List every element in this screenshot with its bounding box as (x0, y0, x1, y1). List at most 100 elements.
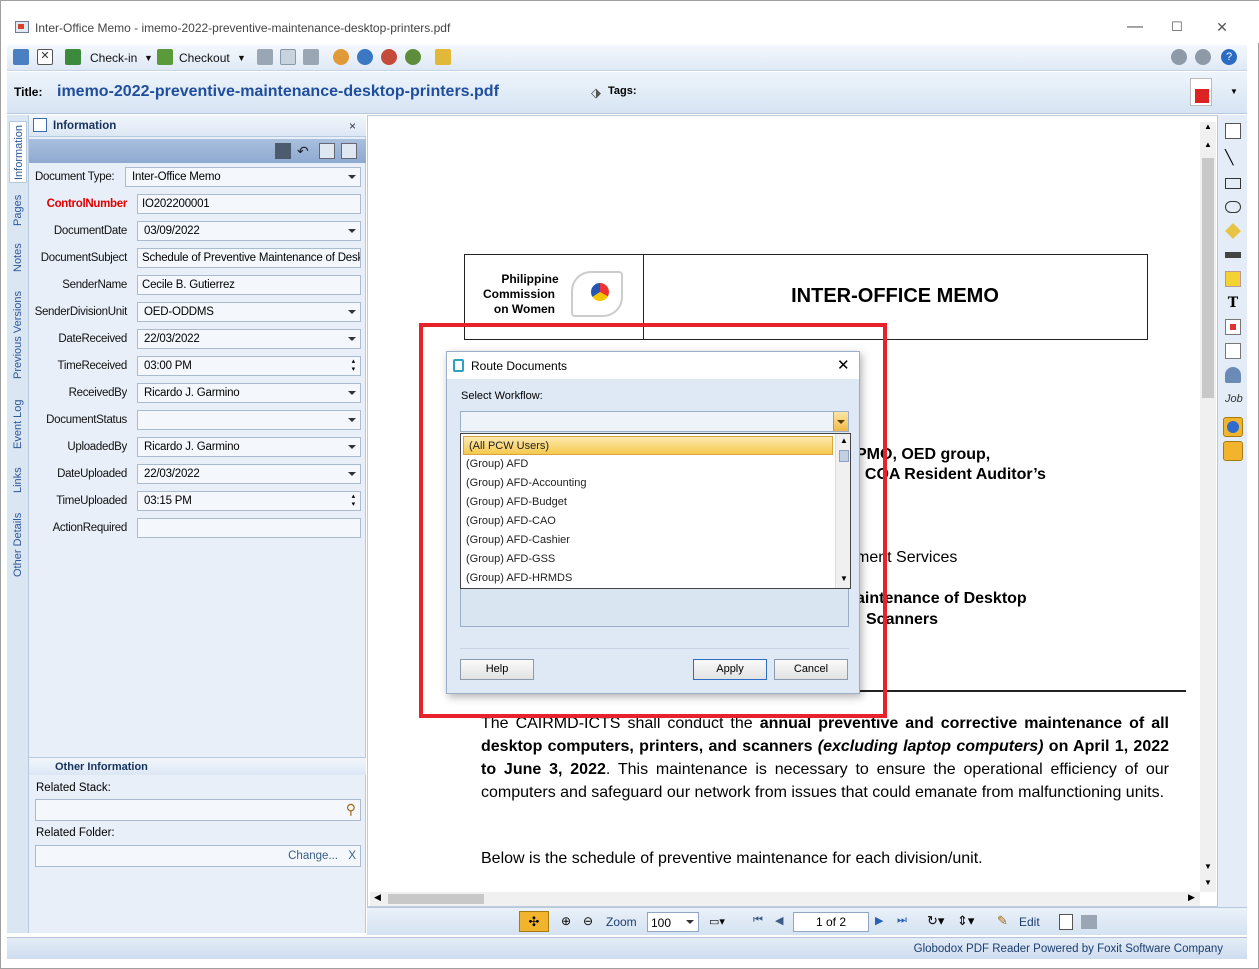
cancel-button[interactable]: Cancel (774, 659, 848, 680)
scroll-left-icon[interactable]: ◀ (374, 892, 381, 903)
ellipse-tool-icon[interactable] (1225, 201, 1241, 213)
workflow-list-item[interactable]: (Group) AFD-Cashier (461, 531, 833, 550)
pdf-icon[interactable] (1190, 78, 1212, 106)
dropdown-arrow-icon[interactable] (348, 337, 356, 341)
dialog-close-button[interactable]: ✕ (837, 356, 850, 374)
print-icon[interactable] (257, 49, 273, 65)
combo-dropdown-icon[interactable] (833, 412, 848, 431)
page-field[interactable]: 1 of 2 (793, 912, 869, 932)
dropdown-arrow-icon[interactable] (348, 445, 356, 449)
workflow-combobox[interactable] (460, 411, 849, 432)
list-scroll-up-icon[interactable]: ▲ (836, 436, 850, 445)
maximize-button[interactable]: ☐ (1167, 17, 1187, 37)
line-tool-icon[interactable]: ╲ (1225, 149, 1241, 165)
scroll-thumb[interactable] (1202, 158, 1214, 398)
rectangle-tool-icon[interactable] (1225, 178, 1241, 189)
list-scroll-thumb[interactable] (839, 450, 849, 462)
search-icon[interactable]: ⚲ (346, 801, 356, 818)
first-page-icon[interactable]: ⏮ (753, 914, 763, 927)
document-title[interactable]: imemo-2022-preventive-maintenance-deskto… (57, 83, 499, 101)
copy-icon[interactable] (1059, 914, 1073, 930)
field-value[interactable]: Inter-Office Memo (125, 167, 361, 187)
tab-links[interactable]: Links (9, 465, 27, 495)
checkin-dropdown-icon[interactable]: ▼ (144, 53, 153, 63)
edit-button[interactable]: Edit (1019, 915, 1040, 929)
dropdown-arrow-icon[interactable] (348, 472, 356, 476)
field-value[interactable] (137, 518, 361, 538)
save-doc-icon[interactable] (13, 49, 29, 65)
text-tool-icon[interactable]: T (1225, 295, 1241, 311)
workflow-list-item[interactable]: (Group) AFD (461, 455, 833, 474)
apply-button[interactable]: Apply (693, 659, 767, 680)
help-button[interactable]: Help (460, 659, 534, 680)
select-tool-icon[interactable] (1225, 123, 1241, 139)
workflow-list-item[interactable]: (Group) AFD-Accounting (461, 474, 833, 493)
h-scroll-thumb[interactable] (388, 894, 484, 904)
field-value[interactable]: Schedule of Preventive Maintenance of De… (137, 248, 361, 268)
dropdown-arrow-icon[interactable] (348, 229, 356, 233)
notes-tool-icon[interactable] (1223, 441, 1243, 461)
tab-previous-versions[interactable]: Previous Versions (9, 289, 27, 381)
list-view-icon[interactable] (319, 143, 335, 159)
last-page-icon[interactable]: ⏭ (897, 914, 907, 927)
next-page-icon[interactable]: ▶ (875, 914, 883, 927)
note-tool-icon[interactable] (1225, 271, 1241, 287)
pencil-tool-icon[interactable] (1225, 223, 1241, 239)
pdf-dropdown-icon[interactable]: ▼ (1230, 87, 1238, 96)
clear-folder-icon[interactable]: X (348, 850, 356, 862)
field-value[interactable]: 03:15 PM ▴ ▾ (137, 491, 361, 511)
close-window-button[interactable]: ✕ (1212, 17, 1232, 37)
field-value[interactable]: 22/03/2022 (137, 464, 361, 484)
field-value[interactable] (137, 410, 361, 430)
user-remove-icon[interactable] (381, 49, 397, 65)
field-value[interactable]: 03/09/2022 (137, 221, 361, 241)
dropdown-arrow-icon[interactable] (348, 391, 356, 395)
grid-view-icon[interactable] (341, 143, 357, 159)
stamp-tool-icon[interactable] (1225, 319, 1241, 335)
print-page-icon[interactable] (1081, 915, 1097, 929)
workflow-icon[interactable] (405, 49, 421, 65)
change-folder-link[interactable]: Change... (288, 850, 338, 862)
horizontal-scrollbar[interactable]: ◀ ▶ (370, 892, 1200, 906)
checkin-icon[interactable] (65, 49, 81, 65)
forward-icon[interactable] (1195, 49, 1211, 65)
export-icon[interactable] (435, 49, 451, 65)
rotate-icon[interactable]: ↻▾ (927, 913, 944, 929)
workflow-list-item[interactable]: (Group) AFD-Budget (461, 493, 833, 512)
close-doc-icon[interactable]: ✕ (37, 49, 53, 65)
workflow-list-item[interactable]: (Group) AFD-CAO (461, 512, 833, 531)
fit-page-icon[interactable]: ▭▾ (709, 915, 725, 928)
tab-other-details[interactable]: Other Details (9, 511, 27, 579)
close-panel-icon[interactable]: × (349, 119, 356, 133)
user-route-icon[interactable] (333, 49, 349, 65)
list-scrollbar[interactable]: ▲ ▼ (835, 434, 850, 588)
workflow-list[interactable]: ▲ ▼ (All PCW Users) (Group) AFD (Group) AF… (460, 433, 851, 589)
zoom-in-icon[interactable]: ⊕ (561, 914, 571, 928)
info-tool-icon[interactable] (1223, 417, 1243, 437)
job-tool-icon[interactable]: Job (1225, 391, 1243, 407)
scroll-up-icon[interactable]: ▲ (1200, 140, 1216, 152)
dropdown-arrow-icon[interactable] (348, 310, 356, 314)
field-value[interactable]: Ricardo J. Garmino (137, 383, 361, 403)
flip-icon[interactable]: ⇕▾ (957, 913, 974, 929)
back-icon[interactable] (1171, 49, 1187, 65)
spinner-icon[interactable]: ▴ ▾ (352, 493, 356, 509)
undo-icon[interactable]: ↶ (297, 143, 313, 159)
checkout-button[interactable]: Checkout (179, 51, 230, 65)
field-value[interactable]: Cecile B. Gutierrez (137, 275, 361, 295)
tab-notes[interactable]: Notes (9, 241, 27, 275)
scroll-right-icon[interactable]: ▶ (1188, 892, 1195, 903)
user-assign-icon[interactable] (357, 49, 373, 65)
dropdown-arrow-icon[interactable] (348, 175, 356, 179)
field-value[interactable]: 03:00 PM ▴ ▾ (137, 356, 361, 376)
zoom-select[interactable]: 100 (647, 912, 699, 932)
workflow-list-item[interactable]: (Group) AFD-GSS (461, 550, 833, 569)
field-value[interactable]: 22/03/2022 (137, 329, 361, 349)
spinner-icon[interactable]: ▴ ▾ (352, 358, 356, 374)
tab-pages[interactable]: Pages (9, 193, 27, 227)
list-scroll-down-icon[interactable]: ▼ (836, 574, 850, 583)
scroll-top-icon[interactable]: ▲ (1200, 122, 1216, 134)
field-value[interactable]: OED-ODDMS (137, 302, 361, 322)
attach-tool-icon[interactable] (1225, 343, 1241, 359)
scroll-down-icon[interactable]: ▼ (1200, 862, 1216, 874)
